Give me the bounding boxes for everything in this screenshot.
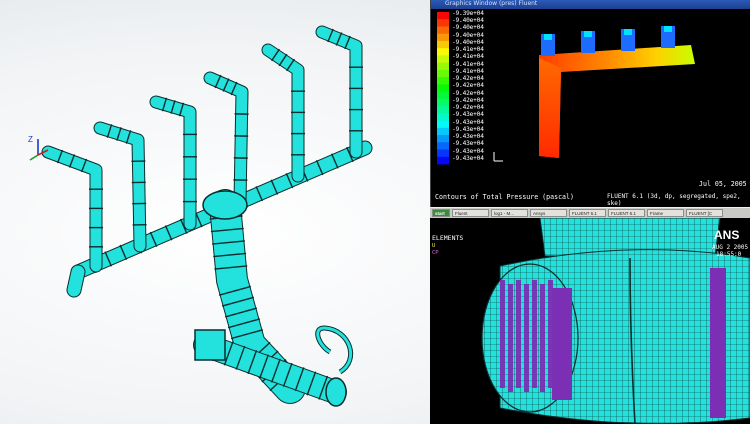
colorbar-value: -9.42e+04	[452, 89, 484, 97]
colorbar-value: -9.43e+04	[452, 125, 484, 133]
contour-date: Jul 05, 2005	[699, 180, 747, 188]
colorbar-swatch	[437, 84, 449, 93]
colorbar-swatch	[437, 106, 449, 114]
colorbar-swatch	[437, 113, 449, 121]
fluent-graphics-window[interactable]: Graphics Window (pres) Fluent -9.39e+04-…	[430, 0, 750, 218]
flange-stiffener	[500, 280, 505, 388]
flange-stiffener	[516, 280, 521, 388]
colorbar-swatch	[437, 62, 449, 71]
colorbar-value: -9.43e+04	[452, 154, 484, 162]
colorbar-value: -9.42e+04	[452, 82, 484, 90]
flange-stiffener	[508, 284, 513, 392]
coordinate-triad: Z	[26, 133, 50, 163]
contour-caption: Contours of Total Pressure (pascal)	[435, 193, 574, 201]
legend-line-cp: CP	[432, 250, 439, 256]
elements-label: ELEMENTS	[432, 234, 464, 242]
branch-pipe	[150, 96, 196, 230]
colorbar-swatch	[437, 19, 449, 27]
ansys-time: 18:55:0	[716, 251, 742, 258]
flange-stiffener	[524, 284, 529, 392]
branch-inlet-tip	[544, 34, 552, 40]
window-title: Graphics Window (pres) Fluent	[445, 0, 538, 7]
taskbar-item[interactable]: Fluent	[452, 209, 489, 217]
colorbar-swatch	[437, 135, 449, 143]
right-flange-ring	[710, 268, 726, 418]
colorbar-swatch	[437, 77, 449, 85]
colorbar-value: -9.41e+04	[452, 67, 484, 75]
colorbar-value: -9.40e+04	[452, 38, 484, 46]
flange-ring	[552, 288, 572, 400]
triad-z-label: Z	[28, 135, 33, 144]
colorbar-swatch	[437, 26, 449, 35]
branch-inlet-tip	[584, 31, 592, 37]
colorbar-swatch	[437, 48, 449, 56]
colorbar-swatch	[437, 142, 449, 150]
taskbar-item[interactable]: Frame	[647, 209, 684, 217]
colorbar-value: -9.43e+04	[452, 118, 484, 126]
colorbar-value: -9.43e+04	[452, 133, 484, 141]
colorbar-value: -9.42e+04	[452, 104, 484, 112]
colorbar-swatch	[437, 40, 449, 49]
branch-pipe	[316, 26, 362, 158]
branch-inlet-tip	[664, 26, 672, 32]
branch-inlet-tip	[624, 29, 632, 35]
pump-housing	[194, 329, 226, 361]
colorbar-swatch	[437, 69, 449, 78]
colorbar-swatch	[437, 156, 449, 165]
ansys-logo: ANS	[714, 228, 740, 242]
colorbar-value: -9.39e+04	[452, 10, 484, 17]
taskbar-item[interactable]: log1 - M...	[491, 209, 528, 217]
colorbar-value: -9.40e+04	[452, 17, 484, 25]
window-title-bar[interactable]: Graphics Window (pres) Fluent	[431, 0, 750, 9]
flange-stiffener	[540, 284, 545, 392]
colorbar-value: -9.43e+04	[452, 111, 484, 119]
pressure-contour-plot	[539, 26, 695, 158]
pipe-manifold-mesh	[41, 25, 373, 407]
colorbar-swatch	[437, 91, 449, 100]
legend-line-u: U	[432, 243, 436, 249]
taskbar-item[interactable]: FLUENT 6.1	[608, 209, 645, 217]
taskbar-item[interactable]: FLUENT 6.1	[569, 209, 606, 217]
colorbar-value: -9.43e+04	[452, 147, 484, 155]
colorbar-value: -9.40e+04	[452, 31, 484, 39]
junction-fitting	[202, 190, 248, 220]
colorbar-value: -9.41e+04	[452, 60, 484, 68]
colorbar-value: -9.43e+04	[452, 140, 484, 148]
ansys-date: AUG 2 2005	[712, 244, 749, 251]
branch-pipe	[42, 146, 102, 272]
colorbar-swatch	[437, 127, 449, 136]
taskbar-item[interactable]: FLUENT [C	[686, 209, 723, 217]
pressure-colorbar	[437, 12, 449, 165]
colorbar-swatch	[437, 149, 449, 158]
return-loop	[316, 326, 353, 374]
view-axes-icon	[493, 152, 503, 162]
riser-contour	[539, 58, 561, 158]
colorbar-value: -9.42e+04	[452, 96, 484, 104]
colorbar-swatch	[437, 12, 449, 20]
colorbar-value: -9.41e+04	[452, 53, 484, 61]
end-cap	[325, 377, 347, 407]
colorbar-swatch	[437, 120, 449, 129]
ansys-mesh-view: ELEMENTS U CP ANS AUG 2 2005 18:55:0	[430, 218, 750, 424]
piping-model-view: Z	[0, 0, 430, 424]
flange-stiffener	[532, 280, 537, 388]
colorbar-swatch	[437, 98, 449, 107]
colorbar-value: -9.41e+04	[452, 46, 484, 54]
start-button[interactable]: start	[432, 209, 450, 217]
colorbar-swatch	[437, 33, 449, 42]
tee-junction-mesh	[481, 218, 750, 424]
colorbar-value: -9.40e+04	[452, 24, 484, 32]
branch-pipe	[204, 72, 248, 208]
header-end	[67, 265, 85, 297]
solver-info: FLUENT 6.1 (3d, dp, segregated, spe2, sk…	[607, 193, 741, 207]
taskbar-item[interactable]: Ansys	[530, 209, 567, 217]
duct-contour	[539, 45, 695, 158]
colorbar-value: -9.42e+04	[452, 75, 484, 83]
colorbar-swatch	[437, 55, 449, 64]
